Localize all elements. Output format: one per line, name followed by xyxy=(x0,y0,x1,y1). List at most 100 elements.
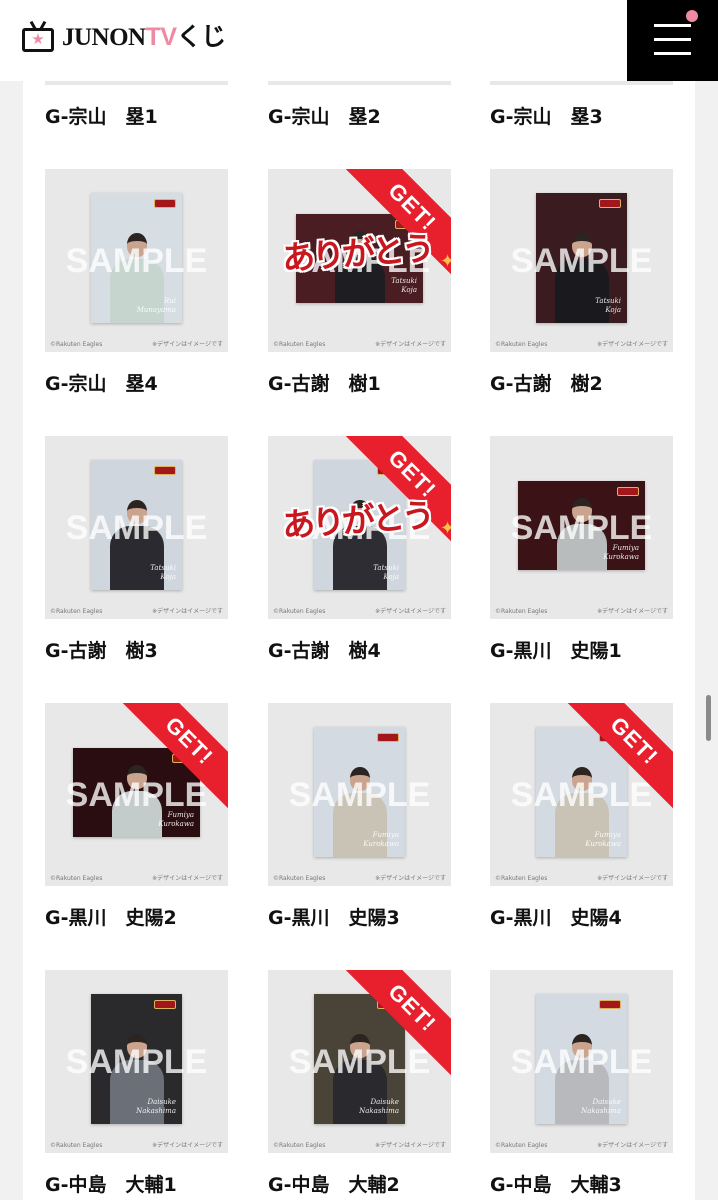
item-label[interactable]: G-黒川 史陽1 xyxy=(490,636,622,663)
item-thumbnail[interactable]: Fumiya Kurokawa SAMPLE ©Rakuten Eagles ※デザイ… xyxy=(490,703,673,886)
item-card[interactable]: Fumiya Kurokawa SAMPLE ©Rakuten Eagles ※デザイ… xyxy=(268,703,451,929)
signature: Fumiya Kurokawa xyxy=(363,831,399,848)
star-icon: ★ xyxy=(31,30,45,49)
item-thumbnail[interactable]: Tatsuki Koja SAMPLE ©Rakuten Eagles ※デザインはイ… xyxy=(268,169,451,352)
copyright-text: ©Rakuten Eagles xyxy=(273,608,326,615)
item-label[interactable]: G-黒川 史陽3 xyxy=(268,903,400,930)
item-label[interactable]: G-古謝 樹3 xyxy=(45,636,158,663)
item-card[interactable]: Tatsuki Koja SAMPLE ©Rakuten Eagles ※デザインはイ… xyxy=(45,436,228,662)
item-card[interactable]: Rui Munayama SAMPLE ©Rakuten Eagles ※デザインはイ… xyxy=(45,169,228,395)
disclaimer-text: ※デザインはイメージです xyxy=(152,875,223,882)
item-photo: Fumiya Kurokawa xyxy=(518,481,645,570)
eagles-logo-icon xyxy=(154,1000,176,1009)
item-label[interactable]: G-宗山 塁2 xyxy=(268,102,381,129)
item-label[interactable]: G-宗山 塁4 xyxy=(45,369,158,396)
eagles-logo-icon xyxy=(377,733,399,742)
copyright-text: ©Rakuten Eagles xyxy=(273,1142,326,1149)
logo-tv: TV xyxy=(145,22,177,51)
item-thumbnail[interactable]: Tatsuki Koja SAMPLE ©Rakuten Eagles ※デザインはイ… xyxy=(268,436,451,619)
item-card[interactable]: Fumiya Kurokawa SAMPLE ©Rakuten Eagles ※デザイ… xyxy=(45,703,228,929)
disclaimer-text: ※デザインはイメージです xyxy=(597,608,668,615)
eagles-logo-icon xyxy=(599,199,621,208)
eagles-logo-icon xyxy=(154,466,176,475)
disclaimer-text: ※デザインはイメージです xyxy=(597,875,668,882)
copyright-text: ©Rakuten Eagles xyxy=(495,341,548,348)
logo-wordmark: JUNONTVくじ xyxy=(62,20,226,55)
person-body xyxy=(111,791,162,837)
item-label[interactable]: G-古謝 樹1 xyxy=(268,369,381,396)
eagles-logo-icon xyxy=(599,1000,621,1009)
person-head xyxy=(126,233,147,257)
signature: Fumiya Kurokawa xyxy=(158,811,194,828)
item-label[interactable]: G-中島 大輔1 xyxy=(45,1170,177,1197)
person-head xyxy=(571,233,592,257)
menu-bar-icon xyxy=(654,52,691,55)
item-label[interactable]: G-宗山 塁3 xyxy=(490,102,603,129)
item-card[interactable]: Tatsuki Koja SAMPLE ©Rakuten Eagles ※デザインはイ… xyxy=(268,436,451,662)
person-figure xyxy=(556,498,607,570)
site-logo[interactable]: ★ JUNONTVくじ xyxy=(22,20,226,54)
item-thumbnail[interactable]: Rui Munayama SAMPLE ©Rakuten Eagles ※デザインはイ… xyxy=(45,169,228,352)
disclaimer-text: ※デザインはイメージです xyxy=(375,1142,446,1149)
hamburger-menu-button[interactable] xyxy=(627,0,718,81)
person-figure xyxy=(111,765,162,837)
item-card[interactable]: Fumiya Kurokawa SAMPLE ©Rakuten Eagles ※デザイ… xyxy=(490,436,673,662)
item-label[interactable]: G-中島 大輔2 xyxy=(268,1170,400,1197)
copyright-text: ©Rakuten Eagles xyxy=(50,1142,103,1149)
person-head xyxy=(571,498,592,522)
item-card[interactable]: Tatsuki Koja SAMPLE ©Rakuten Eagles ※デザインはイ… xyxy=(268,169,451,395)
person-head xyxy=(571,1034,592,1058)
sparkle-icon: ✦ xyxy=(440,251,451,272)
person-head xyxy=(126,500,147,524)
thumbnail-edge xyxy=(490,81,673,85)
signature: Tatsuki Koja xyxy=(373,564,399,581)
sparkle-icon: ✦ xyxy=(440,518,451,539)
disclaimer-text: ※デザインはイメージです xyxy=(375,875,446,882)
signature: Rui Munayama xyxy=(136,297,176,314)
tv-icon: ★ xyxy=(22,28,54,52)
thumbnail-edge xyxy=(45,81,228,85)
person-head xyxy=(126,1034,147,1058)
site-header: ★ JUNONTVくじ xyxy=(0,0,718,81)
signature: Fumiya Kurokawa xyxy=(585,831,621,848)
disclaimer-text: ※デザインはイメージです xyxy=(152,341,223,348)
item-thumbnail[interactable]: Tatsuki Koja SAMPLE ©Rakuten Eagles ※デザインはイ… xyxy=(45,436,228,619)
item-thumbnail[interactable]: Daisuke Nakashima SAMPLE ©Rakuten Eagles ※デ… xyxy=(490,970,673,1153)
notification-dot xyxy=(686,10,698,22)
item-label[interactable]: G-黒川 史陽2 xyxy=(45,903,177,930)
disclaimer-text: ※デザインはイメージです xyxy=(597,1142,668,1149)
item-label[interactable]: G-中島 大輔3 xyxy=(490,1170,622,1197)
scrollbar[interactable] xyxy=(706,695,711,741)
signature: Fumiya Kurokawa xyxy=(603,544,639,561)
signature: Daisuke Nakashima xyxy=(581,1098,621,1115)
disclaimer-text: ※デザインはイメージです xyxy=(152,608,223,615)
item-card[interactable]: Daisuke Nakashima SAMPLE ©Rakuten Eagles ※デ… xyxy=(45,970,228,1196)
logo-junon: JUNON xyxy=(62,23,146,51)
copyright-text: ©Rakuten Eagles xyxy=(50,341,103,348)
item-card[interactable]: Tatsuki Koja SAMPLE ©Rakuten Eagles ※デザインはイ… xyxy=(490,169,673,395)
item-thumbnail[interactable]: Tatsuki Koja SAMPLE ©Rakuten Eagles ※デザインはイ… xyxy=(490,169,673,352)
copyright-text: ©Rakuten Eagles xyxy=(495,875,548,882)
item-thumbnail[interactable]: Fumiya Kurokawa SAMPLE ©Rakuten Eagles ※デザイ… xyxy=(268,703,451,886)
item-card[interactable]: Daisuke Nakashima SAMPLE ©Rakuten Eagles ※デ… xyxy=(490,970,673,1196)
copyright-text: ©Rakuten Eagles xyxy=(273,875,326,882)
item-thumbnail[interactable]: Daisuke Nakashima SAMPLE ©Rakuten Eagles ※デ… xyxy=(268,970,451,1153)
item-card[interactable]: Daisuke Nakashima SAMPLE ©Rakuten Eagles ※デ… xyxy=(268,970,451,1196)
item-label[interactable]: G-古謝 樹4 xyxy=(268,636,381,663)
item-label[interactable]: G-古謝 樹2 xyxy=(490,369,603,396)
thumbnail-edge xyxy=(268,81,451,85)
copyright-text: ©Rakuten Eagles xyxy=(273,341,326,348)
item-thumbnail[interactable]: Daisuke Nakashima SAMPLE ©Rakuten Eagles ※デ… xyxy=(45,970,228,1153)
item-photo: Daisuke Nakashima xyxy=(536,994,627,1124)
item-photo: Tatsuki Koja xyxy=(91,460,182,590)
item-thumbnail[interactable]: Fumiya Kurokawa SAMPLE ©Rakuten Eagles ※デザイ… xyxy=(45,703,228,886)
item-thumbnail[interactable]: Fumiya Kurokawa SAMPLE ©Rakuten Eagles ※デザイ… xyxy=(490,436,673,619)
item-label[interactable]: G-宗山 塁1 xyxy=(45,102,158,129)
person-body xyxy=(556,524,607,570)
item-label[interactable]: G-黒川 史陽4 xyxy=(490,903,622,930)
item-card[interactable]: Fumiya Kurokawa SAMPLE ©Rakuten Eagles ※デザイ… xyxy=(490,703,673,929)
item-photo: Fumiya Kurokawa xyxy=(314,727,405,857)
logo-kuji: くじ xyxy=(176,21,227,51)
copyright-text: ©Rakuten Eagles xyxy=(495,608,548,615)
disclaimer-text: ※デザインはイメージです xyxy=(152,1142,223,1149)
